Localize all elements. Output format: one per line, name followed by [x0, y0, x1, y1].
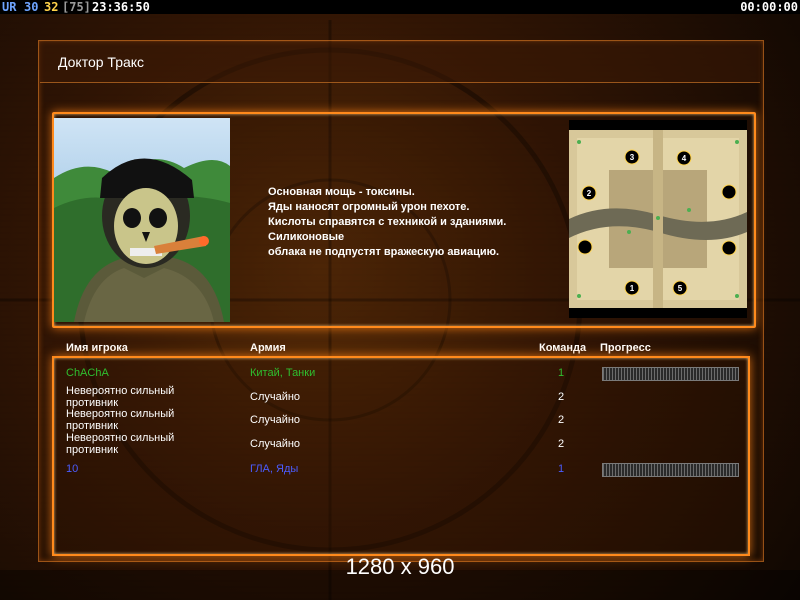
description-line: Основная мощь - токсины. — [268, 186, 415, 198]
map-slot-marker — [721, 240, 737, 256]
map-slot-marker — [577, 239, 593, 255]
player-name: Невероятно сильный противник — [66, 408, 175, 432]
map-slot-label: 4 — [682, 154, 687, 163]
player-row: 10 ГЛА, Яды 1 — [0, 463, 800, 485]
player-row: Невероятно сильный противник Случайно 2 — [0, 432, 800, 456]
map-slot-label: 5 — [678, 284, 683, 293]
description-line: Силиконовые — [268, 231, 345, 243]
status-timer: 00:00:00 — [740, 0, 798, 14]
map-slot-marker — [721, 184, 737, 200]
portrait-image — [54, 118, 230, 322]
column-header-army: Армия — [250, 342, 286, 354]
page-title: Доктор Тракс — [58, 54, 145, 70]
status-clock: 23:36:50 — [92, 0, 150, 14]
player-team[interactable]: 2 — [558, 438, 564, 450]
status-bar: UR 30 32 [75] 23:36:50 00:00:00 — [0, 0, 800, 14]
map-slot-label: 2 — [587, 189, 592, 198]
status-value-3: [75] — [62, 0, 91, 14]
player-team[interactable]: 2 — [558, 414, 564, 426]
general-portrait — [54, 118, 230, 322]
player-row: Невероятно сильный противник Случайно 2 — [0, 385, 800, 409]
description-line: Яды наносят огромный урон пехоте. — [268, 201, 470, 213]
player-row: Невероятно сильный противник Случайно 2 — [0, 408, 800, 432]
player-army: ГЛА, Яды — [250, 463, 299, 475]
player-name: 10 — [66, 463, 79, 475]
player-army[interactable]: Случайно — [250, 414, 300, 426]
description-line: облака не подпустят вражескую авиацию. — [268, 246, 500, 258]
map-slot-label: 1 — [630, 284, 635, 293]
player-army[interactable]: Случайно — [250, 438, 300, 450]
player-army[interactable]: Случайно — [250, 391, 300, 403]
column-header-name: Имя игрока — [66, 342, 128, 354]
status-ur: UR — [2, 0, 17, 14]
status-value-1: 30 — [24, 0, 39, 14]
title-bar — [40, 42, 760, 83]
status-value-2: 32 — [44, 0, 59, 14]
general-description: Основная мощь - токсины. Яды наносят огр… — [268, 185, 558, 260]
resolution-label: 1280 x 960 — [345, 554, 455, 579]
player-name: Невероятно сильный противник — [66, 385, 175, 409]
map-preview: 3 4 2 1 5 — [569, 120, 747, 318]
player-progress-bar — [602, 463, 739, 477]
map-slot-label: 3 — [630, 153, 635, 162]
column-header-team: Команда — [539, 342, 587, 354]
column-header-progress: Прогресс — [600, 342, 651, 354]
description-line: Кислоты справятся с техникой и зданиями. — [268, 216, 507, 228]
player-team: 1 — [558, 367, 565, 379]
player-army: Китай, Танки — [250, 367, 316, 379]
player-name: Невероятно сильный противник — [66, 432, 175, 456]
player-team[interactable]: 2 — [558, 391, 564, 403]
player-progress-bar — [602, 367, 739, 381]
player-team: 1 — [558, 463, 565, 475]
player-name: ChAChA — [66, 367, 109, 379]
